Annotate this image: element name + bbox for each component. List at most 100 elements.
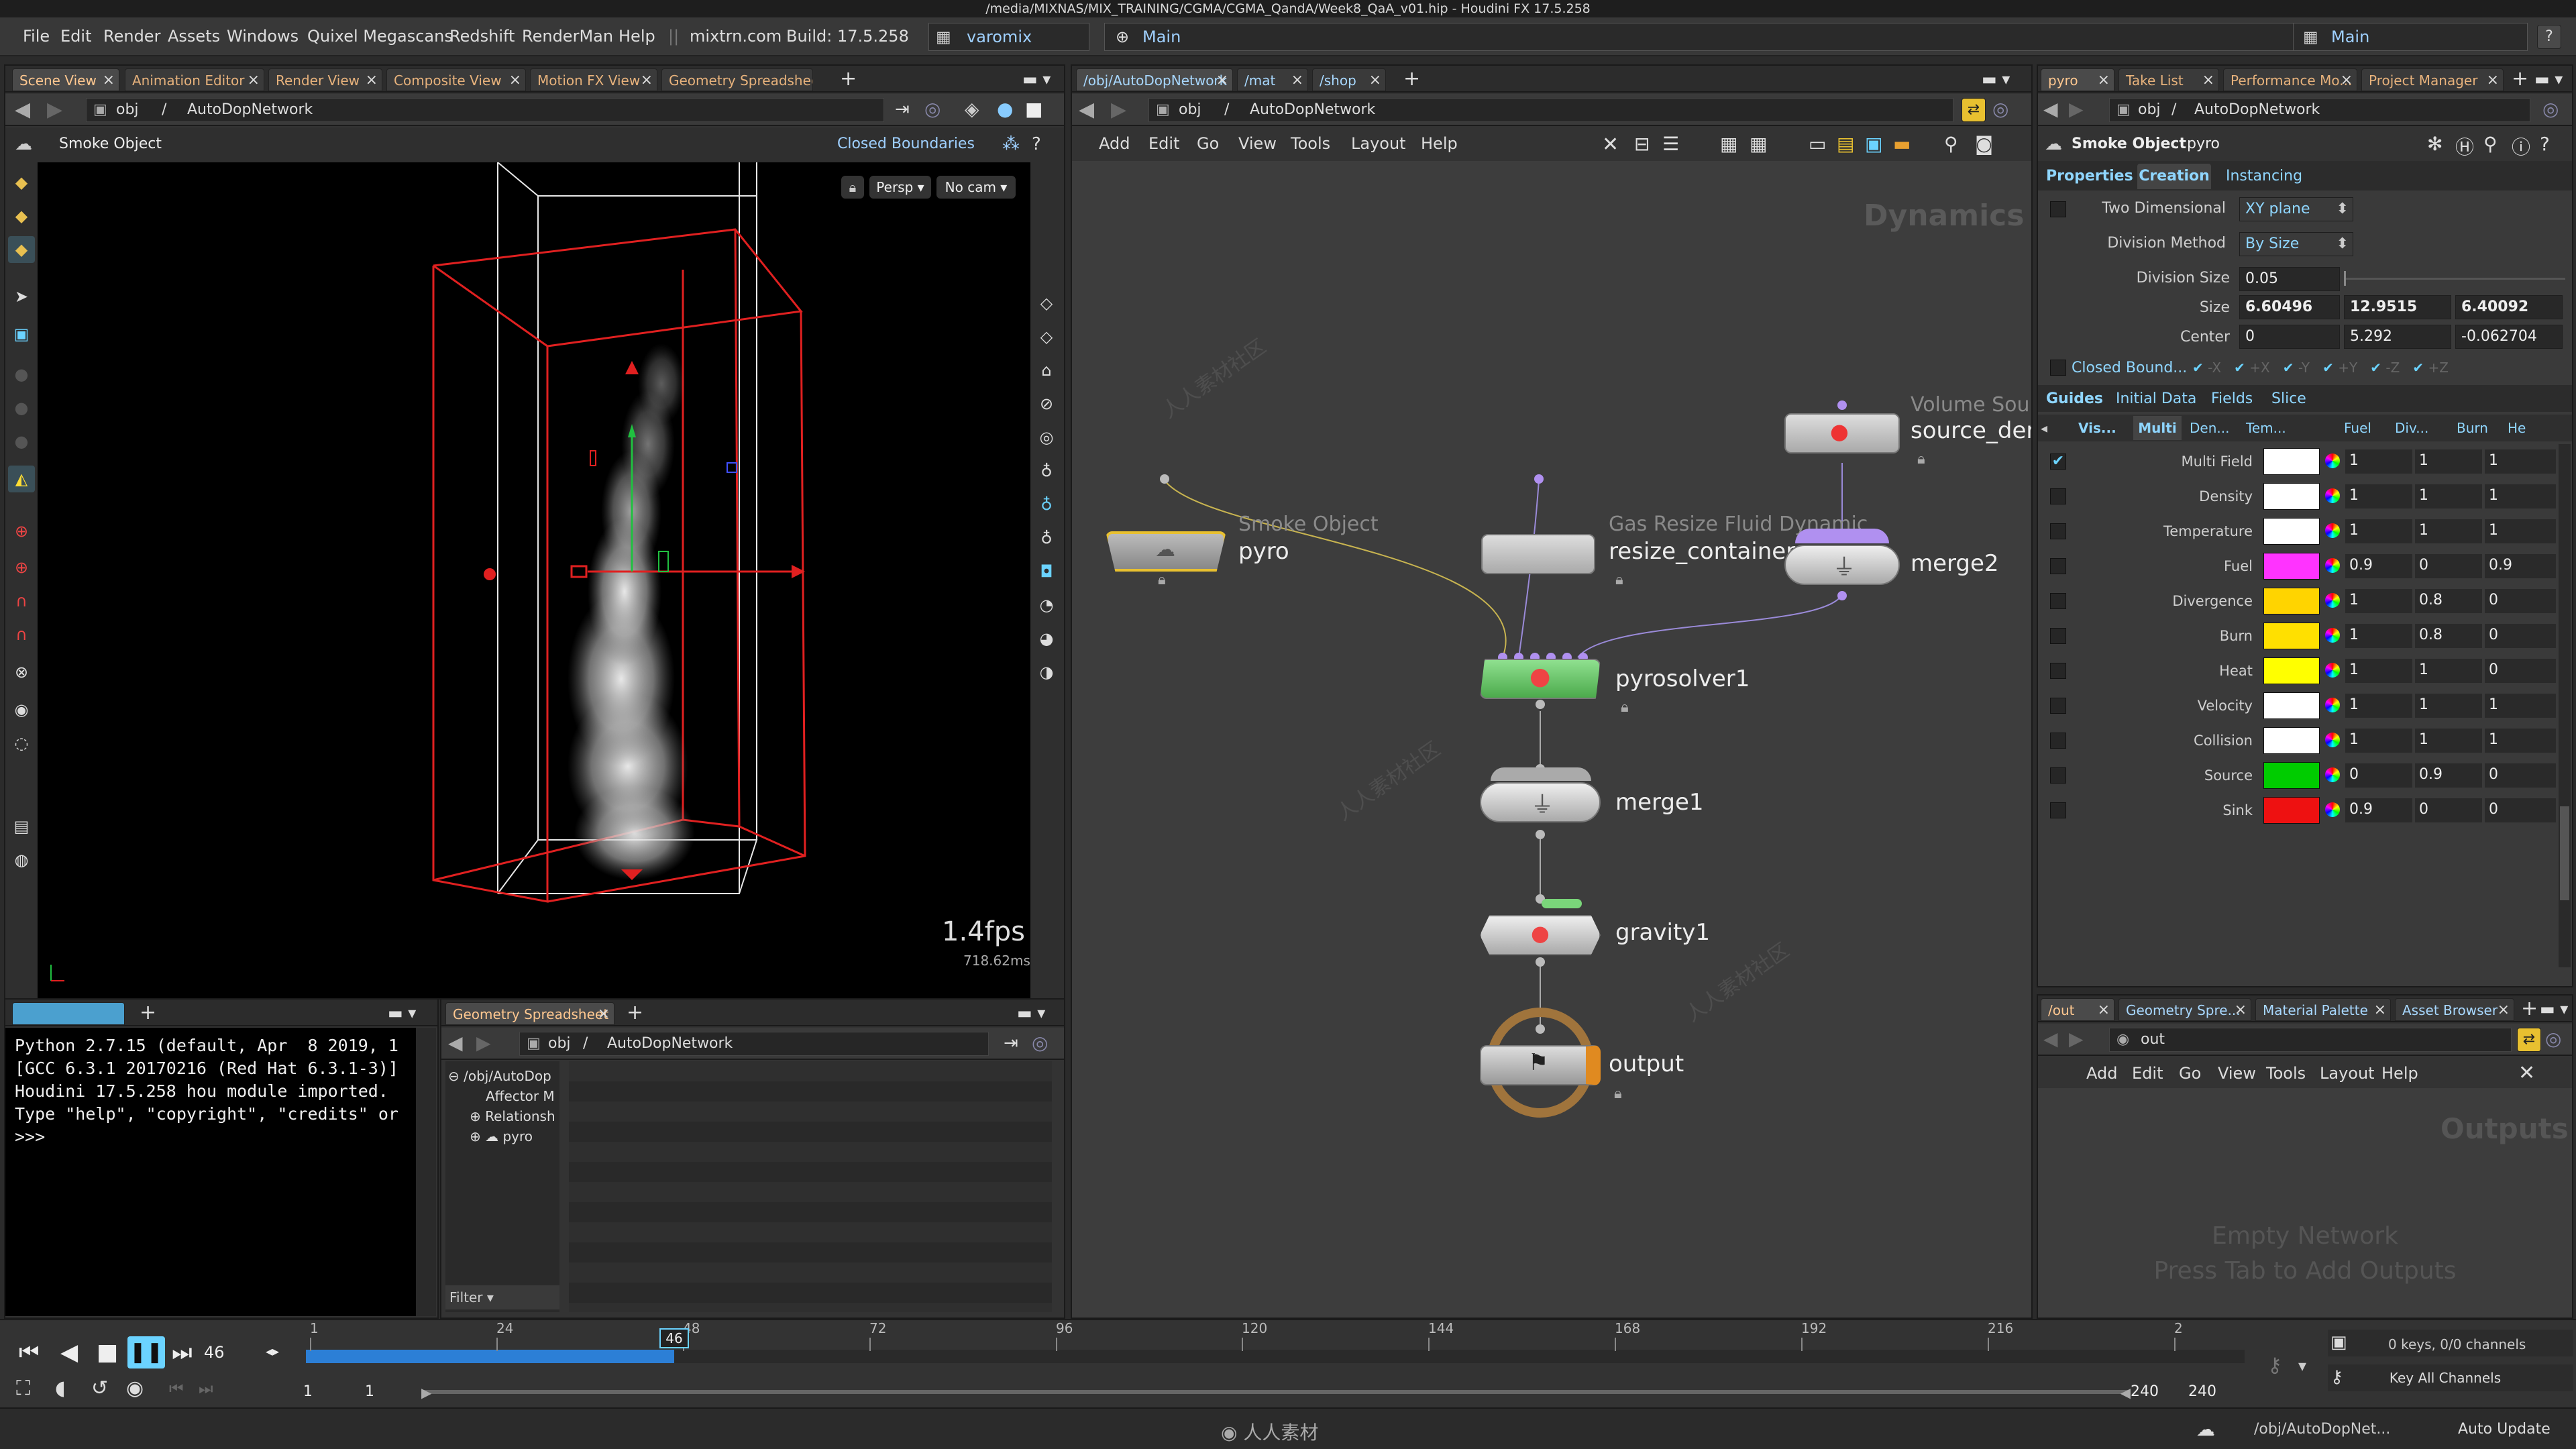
back-arrow-icon[interactable]: ◀ (448, 1032, 463, 1054)
tool-icon[interactable]: ● (8, 394, 35, 421)
tab-geometry-spreadsheet[interactable]: Geometry Spreadsheet (661, 68, 813, 91)
desktop-selector-right[interactable]: ▦ Main (2293, 23, 2528, 51)
help-icon[interactable]: ? (1032, 134, 1041, 154)
tab-project-manager[interactable]: Project Manager × (2361, 68, 2504, 91)
add-tab-icon[interactable]: + (2512, 67, 2528, 91)
auto-update-button[interactable]: Auto Update (2458, 1421, 2551, 1438)
node-name-label[interactable]: merge1 (1615, 789, 1704, 816)
size-y-field[interactable]: 12.9515 (2344, 295, 2451, 319)
close-icon[interactable]: × (1291, 69, 1303, 91)
node-pyro[interactable]: ☁ (1106, 531, 1226, 572)
node-name-label[interactable]: merge2 (1911, 550, 1999, 577)
tab-material-palette[interactable]: Material Palette × (2255, 998, 2391, 1021)
col-fuel[interactable]: Fuel (2344, 420, 2371, 436)
select-icon[interactable]: ◆ (8, 236, 35, 263)
visibility-checkbox[interactable] (2050, 593, 2066, 609)
color-wheel-icon[interactable] (2325, 488, 2340, 503)
close-icon[interactable]: × (2202, 69, 2214, 91)
col-heat[interactable]: He (2508, 420, 2526, 436)
menu-redshift[interactable]: Redshift (449, 27, 515, 46)
pane-menu-icon[interactable]: ▬ ▾ (2534, 70, 2563, 89)
value-cell[interactable]: 0 (2345, 763, 2412, 788)
forward-arrow-icon[interactable]: ▶ (47, 98, 62, 121)
value-cell[interactable]: 0 (2485, 659, 2556, 683)
tree-icon[interactable]: ⊟ (1634, 133, 1650, 155)
light-icon[interactable]: ♁ (1033, 525, 1060, 551)
checkmark-icon[interactable]: ✔ (2370, 360, 2381, 376)
menu-view[interactable]: View (2218, 1064, 2256, 1083)
close-icon[interactable]: × (2487, 69, 2499, 91)
back-arrow-icon[interactable]: ◀ (2043, 98, 2058, 120)
division-size-slider[interactable] (2344, 271, 2565, 286)
checkmark-icon[interactable]: ✔ (2283, 360, 2294, 376)
col-burn[interactable]: Burn (2457, 420, 2488, 436)
tab-performance-monitor[interactable]: Performance Mo... × (2223, 68, 2357, 91)
tree-root[interactable]: ⊖ /obj/AutoDop (448, 1068, 551, 1084)
node-merge1[interactable]: ⏚ (1480, 782, 1601, 822)
closed-boundaries-label[interactable]: Closed Boundaries (837, 136, 975, 152)
tab-pyro-params[interactable]: pyro × (2041, 68, 2114, 91)
tab-composite-view[interactable]: Composite View × (386, 68, 526, 91)
param-path-field[interactable]: ▣ obj / AutoDopNetwork (2109, 98, 2530, 122)
jump-end-icon[interactable]: ⏭ (172, 1339, 193, 1366)
visibility-checkbox[interactable] (2050, 488, 2066, 504)
help-icon[interactable]: ? (2537, 25, 2561, 49)
menu-view[interactable]: View (1238, 134, 1277, 153)
path-obj[interactable]: obj (1179, 99, 1201, 121)
folder-icon[interactable]: ▬ (1893, 133, 1911, 155)
display-icon[interactable]: ◇ (1033, 290, 1060, 317)
visibility-checkbox[interactable] (2050, 558, 2066, 574)
lock-icon[interactable]: ▣ (8, 321, 35, 347)
tab-motion-fx[interactable]: Motion FX View × (530, 68, 657, 91)
close-icon[interactable]: × (598, 1003, 610, 1024)
chevron-left-icon[interactable]: ◂ (2041, 420, 2047, 436)
light-icon[interactable]: ◌ (8, 730, 35, 757)
path-obj[interactable]: obj (548, 1032, 571, 1055)
color-swatch[interactable] (2263, 553, 2320, 580)
lock-icon[interactable]: 🔒︎ (841, 176, 864, 199)
value-cell[interactable]: 1 (2345, 624, 2412, 648)
value-cell[interactable]: 1 (2345, 589, 2412, 613)
range-end2-field[interactable]: 240 (2188, 1381, 2245, 1403)
node-name-field[interactable]: pyro (2187, 136, 2220, 152)
size-z-field[interactable]: 6.40092 (2455, 295, 2563, 319)
path-obj[interactable]: obj (2138, 99, 2161, 121)
node-name-label[interactable]: output (1609, 1051, 1684, 1077)
param-scrollbar[interactable] (2559, 444, 2571, 967)
close-icon[interactable]: × (366, 69, 378, 91)
back-arrow-icon[interactable]: ◀ (15, 98, 30, 121)
tree-item[interactable]: ⊕ ☁ pyro (470, 1128, 533, 1144)
layout-icon[interactable]: ■ (1025, 98, 1042, 120)
step-icon[interactable]: ◂▸ (266, 1343, 279, 1359)
close-icon[interactable]: × (641, 69, 653, 91)
col-temperature[interactable]: Tem... (2246, 420, 2286, 436)
tab-python-shell[interactable] (12, 1002, 125, 1025)
value-cell[interactable]: 1 (2485, 729, 2556, 753)
tree-item[interactable]: ⊕ Relationsh (470, 1108, 555, 1124)
play-reverse-icon[interactable]: ◀ (60, 1339, 78, 1366)
value-cell[interactable]: 0 (2415, 554, 2482, 578)
value-cell[interactable]: 0 (2485, 763, 2556, 788)
menu-edit[interactable]: Edit (60, 27, 91, 46)
add-tab-icon[interactable]: + (1403, 67, 1420, 91)
persp-menu[interactable]: Persp ▾ (869, 176, 931, 199)
pin-icon[interactable]: ⇄ (2517, 1028, 2541, 1052)
tab-mat[interactable]: /mat × (1237, 68, 1308, 91)
checkmark-icon[interactable]: ✔ (2192, 360, 2204, 376)
color-wheel-icon[interactable] (2325, 733, 2340, 747)
visibility-checkbox[interactable] (2050, 733, 2066, 749)
node-name-label[interactable]: gravity1 (1615, 919, 1710, 946)
menu-renderman[interactable]: RenderMan (522, 27, 613, 46)
display-icon[interactable]: ◇ (1033, 323, 1060, 350)
center-x-field[interactable]: 0 (2239, 325, 2340, 349)
tab-out[interactable]: /out × (2041, 998, 2114, 1021)
status-icon[interactable]: ☁ (2196, 1418, 2215, 1440)
col-density[interactable]: Den... (2190, 420, 2229, 436)
col-vis[interactable]: Vis... (2078, 420, 2116, 436)
node-name-label[interactable]: pyro (1238, 538, 1289, 565)
grid-icon[interactable]: ▦ (1750, 133, 1767, 155)
color-swatch[interactable] (2263, 448, 2320, 475)
snap-icon[interactable]: ⊕ (8, 518, 35, 545)
tab-scene-view[interactable]: Scene View × (12, 68, 119, 91)
channel-icon[interactable]: ▣ (2330, 1332, 2347, 1352)
